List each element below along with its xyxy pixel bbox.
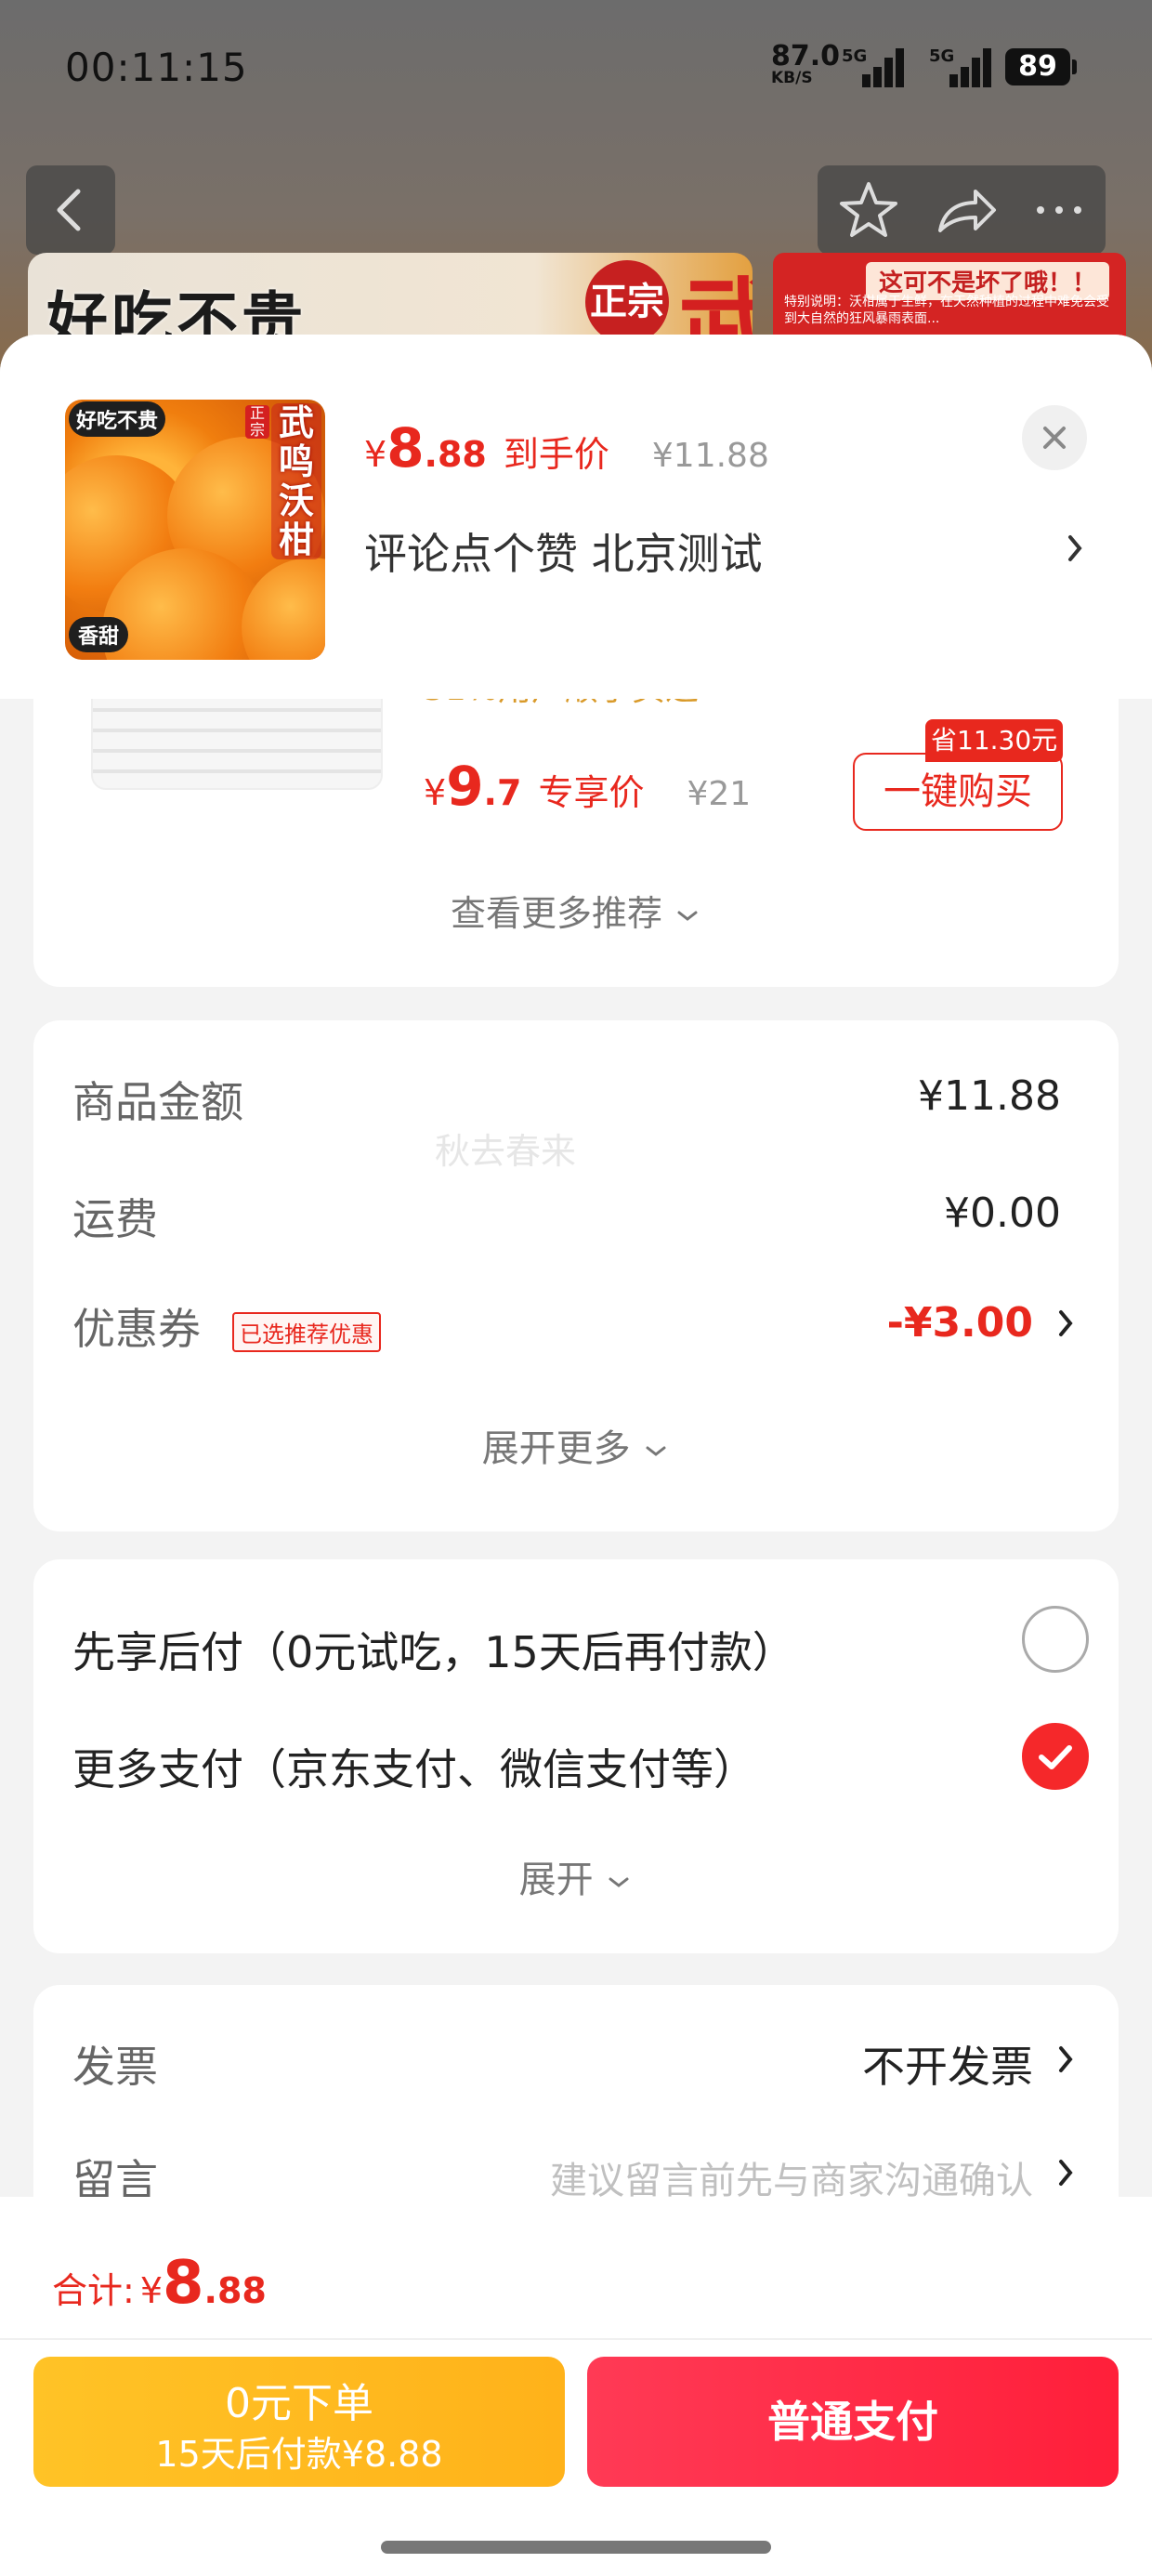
close-icon bbox=[1043, 427, 1066, 449]
network-speed: 87.0 KB/S bbox=[771, 43, 840, 86]
invoice-row[interactable]: 发票 不开发票 bbox=[72, 2022, 1080, 2096]
recommend-price: ¥ 9 .7 专享价 ¥21 bbox=[424, 755, 751, 818]
sku-text: 评论点个赞 北京测试 bbox=[364, 529, 763, 579]
coupon-row[interactable]: 优惠券 已选推荐优惠 -¥3.00 bbox=[72, 1284, 1080, 1359]
network-speed-unit: KB/S bbox=[771, 69, 813, 87]
coupon-value: -¥3.00 bbox=[886, 1299, 1033, 1347]
zero-order-subtitle: 15天后付款¥8.88 bbox=[155, 2434, 443, 2475]
image-title: 武鸣沃柑 bbox=[271, 403, 321, 559]
original-price: ¥21 bbox=[687, 775, 752, 813]
payment-method-card: 先享后付（0元试吃，15天后再付款） 更多支付（京东支付、微信支付等） 展开 bbox=[33, 1559, 1119, 1953]
image-seal: 正宗 bbox=[245, 405, 269, 439]
currency-symbol: ¥ bbox=[364, 434, 387, 475]
shipping-label: 运费 bbox=[72, 1194, 158, 1244]
expand-payment-link[interactable]: 展开 bbox=[33, 1849, 1119, 1903]
battery-icon: 89 bbox=[1005, 48, 1077, 85]
network-speed-value: 87.0 bbox=[771, 40, 841, 72]
expand-more-link[interactable]: 展开更多 bbox=[33, 1418, 1119, 1472]
coupon-tag: 已选推荐优惠 bbox=[232, 1312, 381, 1352]
signal-label: 5G bbox=[929, 46, 955, 66]
price-decimal: .7 bbox=[483, 772, 522, 813]
sku-selector[interactable]: 评论点个赞 北京测试 bbox=[364, 511, 1089, 585]
price-integer: 9 bbox=[446, 755, 484, 818]
price-integer: 8 bbox=[386, 416, 425, 480]
price-label: 专享价 bbox=[538, 772, 645, 813]
total-integer: 8 bbox=[163, 2249, 204, 2318]
chevron-down-icon bbox=[677, 911, 698, 921]
zero-order-title: 0元下单 bbox=[225, 2380, 373, 2427]
signal-label: 5G bbox=[842, 46, 868, 66]
notice-text: 特别说明：沃柑属于生鲜，在天然种植的过程中难免会受到大自然的狂风暴雨表面... bbox=[784, 295, 1109, 326]
currency-symbol: ¥ bbox=[424, 772, 447, 813]
chevron-down-icon bbox=[609, 1877, 629, 1887]
one-click-buy-button[interactable]: 一键购买 bbox=[853, 753, 1063, 831]
image-tag-top: 好吃不贵 bbox=[69, 401, 166, 437]
check-icon bbox=[1039, 1745, 1072, 1769]
back-arrow-icon bbox=[57, 189, 81, 231]
save-badge: 省11.30元 bbox=[925, 719, 1064, 762]
expand-more-label: 展开更多 bbox=[481, 1427, 631, 1470]
back-button[interactable] bbox=[26, 165, 115, 255]
total-amount: 合计: ¥ 8 .88 bbox=[52, 2249, 267, 2318]
share-icon[interactable] bbox=[922, 165, 1005, 255]
chevron-right-icon bbox=[1068, 535, 1082, 561]
chevron-down-icon bbox=[646, 1446, 666, 1456]
more-payment-option[interactable]: 更多支付（京东支付、微信支付等） bbox=[72, 1723, 1089, 1797]
pay-later-radio[interactable] bbox=[1022, 1606, 1089, 1673]
total-label: 合计: bbox=[52, 2270, 135, 2311]
more-payment-label: 更多支付（京东支付、微信支付等） bbox=[72, 1744, 756, 1794]
invoice-label: 发票 bbox=[72, 2042, 158, 2092]
product-price: ¥ 8 .88 到手价 ¥11.88 bbox=[364, 416, 769, 487]
banner-seal: 正宗 bbox=[585, 260, 669, 344]
expand-payment-label: 展开 bbox=[518, 1859, 594, 1901]
chevron-right-icon bbox=[1059, 2046, 1073, 2072]
pay-later-option[interactable]: 先享后付（0元试吃，15天后再付款） bbox=[72, 1606, 1089, 1680]
goods-amount-value: ¥11.88 bbox=[918, 1072, 1061, 1120]
close-button[interactable] bbox=[1022, 405, 1087, 470]
normal-pay-button[interactable]: 普通支付 bbox=[587, 2357, 1119, 2487]
total-decimal: .88 bbox=[203, 2270, 267, 2311]
currency-symbol: ¥ bbox=[139, 2270, 163, 2311]
chevron-right-icon bbox=[1059, 1310, 1073, 1336]
image-tag-bottom: 香甜 bbox=[69, 617, 129, 652]
more-recommend-link[interactable]: 查看更多推荐 bbox=[33, 885, 1119, 936]
goods-amount-row: 商品金额 ¥11.88 bbox=[72, 1058, 1080, 1132]
pay-later-label: 先享后付（0元试吃，15天后再付款） bbox=[72, 1627, 795, 1677]
checkout-bar: 合计: ¥ 8 .88 0元下单 15天后付款¥8.88 普通支付 bbox=[0, 2197, 1152, 2576]
amount-summary-card: 商品金额 ¥11.88 运费 ¥0.00 优惠券 已选推荐优惠 -¥3.00 展… bbox=[33, 1020, 1119, 1531]
price-label: 到手价 bbox=[503, 434, 609, 475]
divider bbox=[0, 2338, 1152, 2340]
goods-amount-label: 商品金额 bbox=[72, 1077, 243, 1127]
status-time: 00:11:15 bbox=[65, 45, 248, 90]
status-bar: 00:11:15 87.0 KB/S 5G 5G 89 bbox=[0, 0, 1152, 139]
home-indicator[interactable] bbox=[381, 2541, 771, 2554]
zero-yuan-order-button[interactable]: 0元下单 15天后付款¥8.88 bbox=[33, 2357, 565, 2487]
price-decimal: .88 bbox=[424, 434, 487, 475]
coupon-label: 优惠券 bbox=[72, 1304, 201, 1354]
chevron-right-icon bbox=[1059, 2160, 1073, 2186]
top-action-group bbox=[818, 165, 1106, 255]
watermark: 秋去春来 bbox=[435, 1131, 577, 1172]
product-summary-header: 好吃不贵 正宗 武鸣沃柑 香甜 ¥ 8 .88 到手价 ¥11.88 评论点个赞… bbox=[0, 335, 1152, 699]
signal-icon: 5G bbox=[929, 46, 991, 87]
signal-icon: 5G bbox=[842, 46, 904, 87]
order-confirm-screen: 00:11:15 87.0 KB/S 5G 5G 89 好吃不贵 正宗 武 这可… bbox=[0, 0, 1152, 2576]
star-icon[interactable] bbox=[827, 165, 910, 255]
product-image[interactable]: 好吃不贵 正宗 武鸣沃柑 香甜 bbox=[65, 400, 325, 660]
shipping-row: 运费 ¥0.00 bbox=[72, 1175, 1080, 1249]
more-payment-radio[interactable] bbox=[1022, 1723, 1089, 1790]
more-recommend-label: 查看更多推荐 bbox=[450, 893, 662, 934]
shipping-value: ¥0.00 bbox=[944, 1189, 1061, 1237]
more-icon[interactable] bbox=[1022, 165, 1096, 255]
original-price: ¥11.88 bbox=[651, 437, 769, 475]
invoice-value: 不开发票 bbox=[862, 2042, 1033, 2092]
